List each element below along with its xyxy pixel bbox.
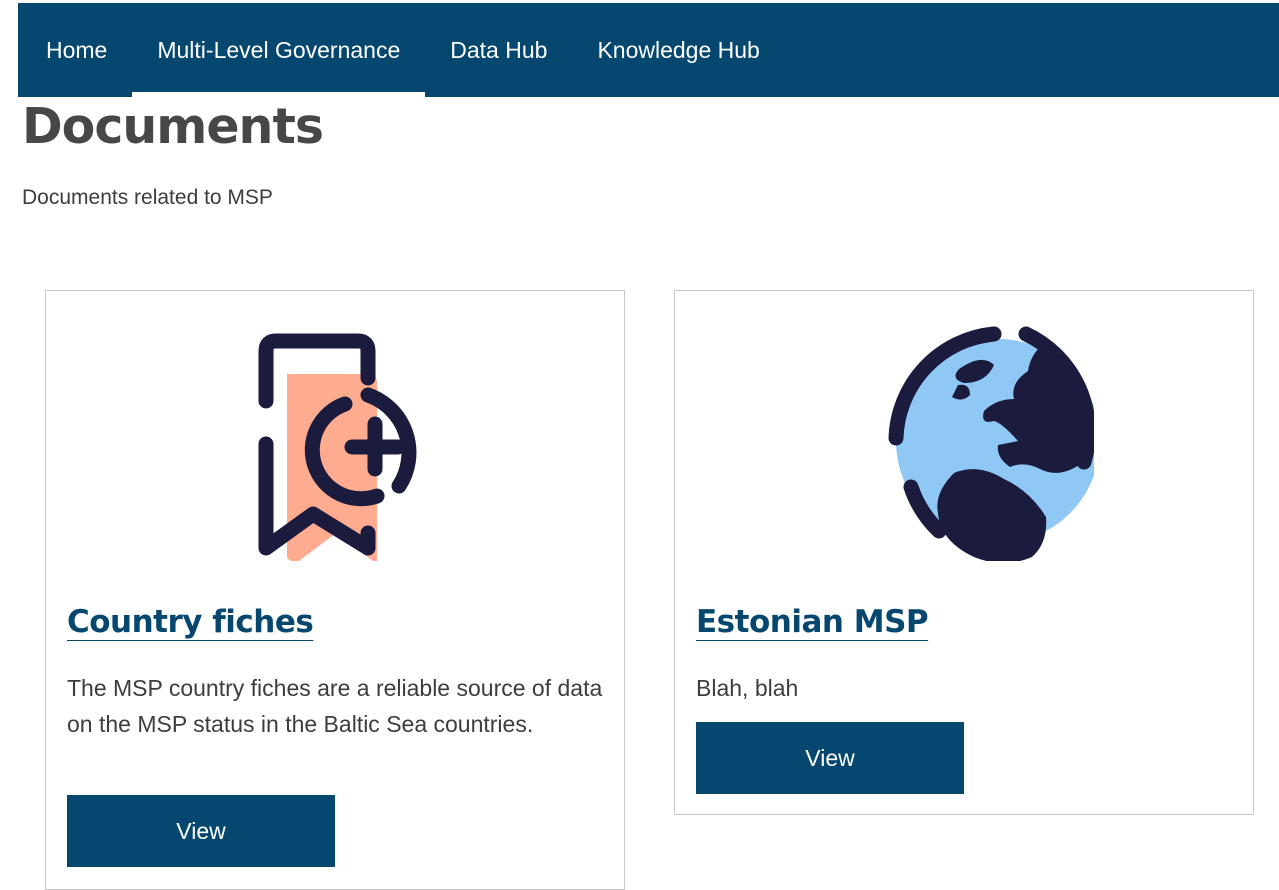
card-description: The MSP country fiches are a reliable so…	[67, 675, 603, 737]
page-title: Documents	[22, 98, 324, 155]
card-title-link[interactable]: Estonian MSP	[696, 604, 929, 640]
document-card-country-fiches: Country fiches The MSP country fiches ar…	[45, 290, 625, 890]
card-title-link[interactable]: Country fiches	[67, 604, 314, 640]
nav-item-home[interactable]: Home	[21, 3, 132, 97]
bookmark-plus-icon	[46, 311, 624, 561]
globe-europe-icon	[675, 311, 1253, 561]
view-button[interactable]: View	[696, 722, 964, 794]
top-navbar: Home Multi-Level Governance Data Hub Kno…	[18, 3, 1279, 97]
document-card-estonian-msp: Estonian MSP Blah, blah View	[674, 290, 1254, 815]
view-button[interactable]: View	[67, 795, 335, 867]
nav-list: Home Multi-Level Governance Data Hub Kno…	[18, 3, 1279, 97]
card-description: Blah, blah	[696, 675, 799, 701]
nav-item-data-hub[interactable]: Data Hub	[425, 3, 572, 97]
nav-item-multi-level-governance[interactable]: Multi-Level Governance	[132, 3, 426, 97]
page-subtitle: Documents related to MSP	[22, 186, 273, 209]
nav-item-knowledge-hub[interactable]: Knowledge Hub	[572, 3, 784, 97]
